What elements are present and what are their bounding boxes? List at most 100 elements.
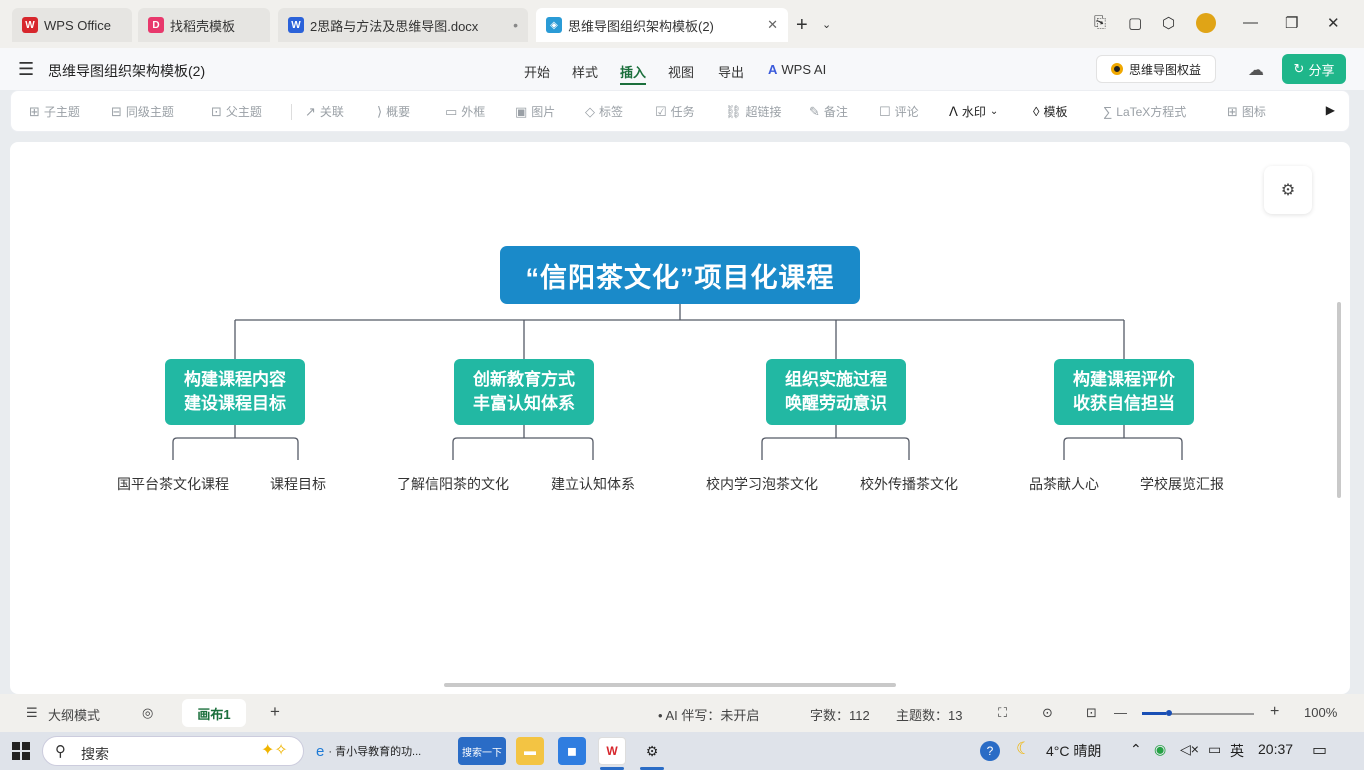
store-icon[interactable]: ◼ [558, 737, 586, 765]
taskbar-browser-window[interactable]: e · 青小导教育的功... [316, 737, 448, 765]
taskbar-search-box[interactable]: ⚲ 搜索 ✦✧ [42, 736, 304, 766]
menu-export[interactable]: 导出 [718, 62, 744, 81]
volume-icon[interactable]: ◁× [1180, 741, 1199, 758]
canvas-tab[interactable]: 画布1 [182, 699, 246, 727]
weather-label[interactable]: 4°C 晴朗 [1046, 741, 1101, 761]
wps-logo-icon: W [22, 17, 38, 33]
chevron-up-icon[interactable]: ⌃ [1130, 741, 1142, 758]
notification-icon[interactable]: ▭ [1312, 740, 1327, 760]
windows-taskbar: ⚲ 搜索 ✦✧ e · 青小导教育的功... 搜索一下 ▬ ◼ W ⚙ ? ☾ … [0, 732, 1364, 770]
leaf-topic[interactable]: 建立认知体系 [551, 474, 635, 494]
share-button[interactable]: ↻ 分享 [1282, 54, 1346, 84]
root-topic[interactable]: “信阳茶文化”项目化课程 [500, 246, 860, 304]
leaf-topic[interactable]: 品茶献人心 [1029, 474, 1099, 494]
toolbar-watermark[interactable]: ᐱ 水印 ⌄ [949, 103, 998, 120]
outline-mode-button[interactable]: 大纲模式 [48, 705, 100, 724]
toolbar-sibling-topic[interactable]: ⊟ 同级主题 [111, 103, 174, 120]
toolbar-task[interactable]: ☑ 任务 [655, 103, 695, 120]
outline-mode-icon[interactable]: ☰ [26, 705, 38, 721]
toolbar-tag[interactable]: ◇ 标签 [585, 103, 623, 120]
toolbar-scroll-right-icon[interactable]: ▶ [1326, 103, 1335, 117]
toolbar-relation[interactable]: ↗ 关联 [305, 103, 344, 120]
toolbar-template[interactable]: ◊ 模板 [1033, 103, 1067, 120]
toolbar-hyperlink[interactable]: ⛓ 超链接 [725, 103, 782, 120]
toolbar-note[interactable]: ✎ 备注 [809, 103, 848, 120]
branch-topic[interactable]: 构建课程评价 收获自信担当 [1054, 359, 1194, 425]
leaf-topic[interactable]: 校内学习泡茶文化 [706, 474, 818, 494]
avatar[interactable] [1196, 13, 1216, 33]
ime-indicator[interactable]: 英 [1230, 741, 1244, 761]
wps-taskbar-icon[interactable]: W [598, 737, 626, 765]
toolbar-parent-topic[interactable]: ⊡ 父主题 [211, 103, 262, 120]
hamburger-menu-icon[interactable]: ☰ [18, 59, 34, 80]
leaf-topic[interactable]: 国平台茶文化课程 [117, 474, 229, 494]
leaf-topic[interactable]: 课程目标 [270, 474, 326, 494]
chevron-down-icon[interactable]: ⌄ [822, 18, 831, 31]
close-tab-icon[interactable]: ✕ [767, 17, 778, 33]
locate-icon[interactable]: ⊙ [1042, 705, 1053, 721]
zoom-in-icon[interactable]: + [1270, 703, 1279, 721]
toolbar-icon-library[interactable]: ⊞ 图标 [1227, 103, 1266, 120]
clock[interactable]: 20:37 [1258, 741, 1293, 757]
toolbar-latex[interactable]: ∑ LaTeX方程式 [1103, 103, 1186, 120]
menu-insert[interactable]: 插入 [620, 62, 647, 85]
add-canvas-icon[interactable]: + [270, 702, 280, 722]
window-layout-icon[interactable]: ▢ [1128, 14, 1142, 32]
package-icon[interactable]: ⬡ [1162, 14, 1175, 32]
help-icon[interactable]: ? [980, 741, 1000, 761]
file-explorer-icon[interactable]: ▬ [516, 737, 544, 765]
taskbar-search-app[interactable]: 搜索一下 [458, 737, 506, 765]
restore-icon[interactable]: ❐ [1285, 14, 1298, 32]
fit-screen-icon[interactable]: ⛶ [998, 705, 1007, 721]
zoom-level[interactable]: 100% [1304, 705, 1337, 720]
tool-label: 父主题 [225, 105, 262, 119]
tool-label: 关联 [319, 105, 344, 119]
menu-view[interactable]: 视图 [668, 62, 694, 81]
toolbar-comment[interactable]: ☐ 评论 [879, 103, 919, 120]
minimap-icon[interactable]: ⊡ [1086, 705, 1097, 721]
icon-library-icon: ⊞ [1227, 103, 1238, 119]
branch-topic[interactable]: 组织实施过程 唤醒劳动意识 [766, 359, 906, 425]
mindmap-icon: ◈ [546, 17, 562, 33]
tab-docer[interactable]: D 找稻壳模板 [138, 8, 270, 42]
toolbar-boundary[interactable]: ▭ 外框 [445, 103, 485, 120]
leaf-topic[interactable]: 了解信阳茶的文化 [397, 474, 509, 494]
canvas-settings-icon[interactable]: ⚙ [1264, 166, 1312, 214]
cloud-sync-icon[interactable]: ☁ [1248, 60, 1264, 80]
menu-style[interactable]: 样式 [572, 62, 598, 81]
tab-mindmap[interactable]: ◈ 思维导图组织架构模板(2) ✕ [536, 8, 788, 42]
mindmap-rights-button[interactable]: 思维导图权益 [1096, 55, 1216, 83]
screenshot-icon[interactable]: ⎘ [1094, 14, 1106, 31]
zoom-out-icon[interactable]: — [1114, 705, 1127, 720]
vertical-scrollbar[interactable] [1337, 302, 1341, 498]
leaf-topic[interactable]: 校外传播茶文化 [860, 474, 958, 494]
minimize-icon[interactable]: — [1243, 14, 1258, 31]
wechat-icon[interactable]: ◉ [1154, 741, 1166, 758]
branch-line: 构建课程评价 [1073, 370, 1175, 389]
tab-wps-office[interactable]: W WPS Office [12, 8, 132, 42]
branch-topic[interactable]: 创新教育方式 丰富认知体系 [454, 359, 594, 425]
tab-word-doc[interactable]: W 2思路与方法及思维导图.docx • [278, 8, 528, 42]
toolbar-summary[interactable]: ⟩ 概要 [377, 103, 410, 120]
tag-icon: ◇ [585, 103, 595, 119]
toolbar-image[interactable]: ▣ 图片 [515, 103, 555, 120]
app-circle-icon[interactable]: ⚙ [638, 737, 666, 765]
branch-topic[interactable]: 构建课程内容 建设课程目标 [165, 359, 305, 425]
share-label: 分享 [1308, 62, 1335, 78]
windows-start-icon[interactable] [12, 742, 30, 760]
zoom-slider-handle[interactable] [1166, 710, 1172, 716]
layers-icon[interactable]: ◎ [142, 705, 153, 721]
wps-ai-button[interactable]: A WPS AI [768, 62, 826, 77]
leaf-topic[interactable]: 学校展览汇报 [1140, 474, 1224, 494]
menu-start[interactable]: 开始 [524, 62, 550, 81]
new-tab-icon[interactable]: + [796, 14, 808, 37]
ai-writing-status[interactable]: • AI 伴写：未开启 [658, 705, 759, 724]
topic-count: 主题数：13 [896, 708, 963, 723]
tab-bar: W WPS Office D 找稻壳模板 W 2思路与方法及思维导图.docx … [0, 0, 1364, 48]
horizontal-scrollbar[interactable] [444, 683, 896, 687]
image-icon: ▣ [515, 103, 528, 119]
close-window-icon[interactable]: ✕ [1327, 14, 1340, 32]
mindmap-canvas[interactable]: “信阳茶文化”项目化课程 构建课程内容 建设课程目标 创新教育方式 丰富认知体系… [10, 142, 1350, 694]
battery-icon[interactable]: ▭ [1208, 741, 1221, 758]
toolbar-subtopic[interactable]: ⊞ 子主题 [29, 103, 80, 120]
